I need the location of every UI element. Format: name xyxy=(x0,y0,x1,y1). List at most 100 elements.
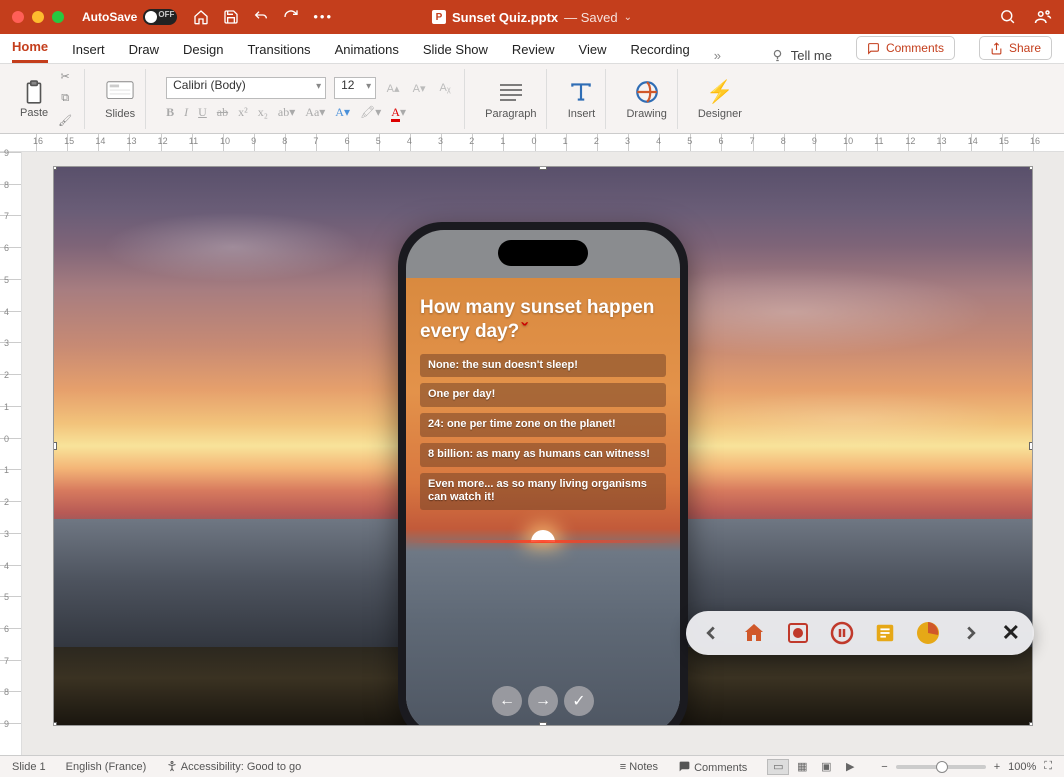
back-icon[interactable] xyxy=(700,622,722,644)
accessibility-status[interactable]: Accessibility: Good to go xyxy=(166,760,301,773)
autosave-toggle[interactable]: AutoSave xyxy=(82,9,177,25)
normal-view-icon[interactable]: ▭ xyxy=(767,759,789,775)
minimize-window[interactable] xyxy=(32,11,44,23)
saved-state: — Saved xyxy=(564,10,617,25)
slide-canvas-wrap[interactable]: How many sunset happen every day?ˇ None:… xyxy=(22,152,1064,755)
strike-icon[interactable]: ab xyxy=(217,105,228,120)
subscript-icon[interactable]: x₂ xyxy=(258,105,268,120)
resize-handle[interactable] xyxy=(1029,166,1033,170)
paste-icon[interactable] xyxy=(20,79,48,107)
case-icon[interactable]: Aa▾ xyxy=(305,105,325,120)
cut-icon[interactable]: ✂ xyxy=(56,68,74,86)
insert-group: Insert xyxy=(557,69,606,129)
designer-icon[interactable]: ⚡ xyxy=(706,78,734,106)
notes-button[interactable]: ≡ Notes xyxy=(620,761,658,773)
font-effects-icon[interactable]: A▾ xyxy=(335,105,350,120)
paragraph-icon[interactable] xyxy=(497,78,525,106)
tab-review[interactable]: Review xyxy=(512,36,555,63)
autosave-pill[interactable] xyxy=(143,9,177,25)
new-slide-icon[interactable] xyxy=(106,78,134,106)
zoom-in-icon[interactable]: + xyxy=(994,761,1000,773)
superscript-icon[interactable]: x² xyxy=(238,105,248,120)
resize-handle[interactable] xyxy=(539,166,547,170)
slides-label: Slides xyxy=(105,108,135,120)
reading-view-icon[interactable]: ▣ xyxy=(815,759,837,775)
paragraph-group: Paragraph xyxy=(475,69,547,129)
tell-me-search[interactable]: Tell me xyxy=(770,48,832,63)
zoom-slider[interactable] xyxy=(896,765,986,769)
coauthor-icon[interactable] xyxy=(1034,8,1052,26)
sorter-view-icon[interactable]: ▦ xyxy=(791,759,813,775)
bold-icon[interactable]: B xyxy=(166,105,174,120)
resize-handle[interactable] xyxy=(53,722,57,726)
share-button[interactable]: Share xyxy=(979,36,1052,60)
more-icon[interactable]: ••• xyxy=(313,9,333,25)
resize-handle[interactable] xyxy=(1029,442,1033,450)
font-size-select[interactable]: 12 xyxy=(334,77,376,99)
designer-label: Designer xyxy=(698,108,742,120)
autosave-label: AutoSave xyxy=(82,10,137,24)
document-title[interactable]: P Sunset Quiz.pptx — Saved ⌄ xyxy=(432,10,632,25)
grow-font-icon[interactable]: A▴ xyxy=(384,79,402,97)
fit-window-icon[interactable]: ⛶ xyxy=(1044,760,1052,773)
ruler-horizontal: 1615141312111098765432101234567891011121… xyxy=(0,134,1064,152)
font-name-select[interactable]: Calibri (Body) xyxy=(166,77,326,99)
drawing-icon[interactable] xyxy=(633,78,661,106)
pause-icon[interactable] xyxy=(830,621,854,645)
zoom-out-icon[interactable]: − xyxy=(881,761,887,773)
text-highlight-icon[interactable]: 🖍▾ xyxy=(360,105,381,120)
slideshow-view-icon[interactable]: ▶ xyxy=(839,759,861,775)
tab-view[interactable]: View xyxy=(579,36,607,63)
tab-overflow-icon[interactable]: » xyxy=(714,48,721,63)
close-icon[interactable]: ✕ xyxy=(1002,620,1020,646)
resize-handle[interactable] xyxy=(1029,722,1033,726)
search-icon[interactable] xyxy=(999,8,1016,26)
tab-slideshow[interactable]: Slide Show xyxy=(423,36,488,63)
close-window[interactable] xyxy=(12,11,24,23)
filename: Sunset Quiz.pptx xyxy=(452,10,558,25)
italic-icon[interactable]: I xyxy=(184,105,188,120)
highlight-icon[interactable]: ab▾ xyxy=(278,105,295,120)
undo-icon[interactable] xyxy=(253,9,269,25)
maximize-window[interactable] xyxy=(52,11,64,23)
save-icon[interactable] xyxy=(223,9,239,25)
tab-draw[interactable]: Draw xyxy=(129,36,159,63)
redo-icon[interactable] xyxy=(283,9,299,25)
home-icon[interactable] xyxy=(742,621,766,645)
comments-pane-button[interactable]: Comments xyxy=(678,760,747,774)
resize-handle[interactable] xyxy=(539,722,547,726)
tab-insert[interactable]: Insert xyxy=(72,36,105,63)
tab-home[interactable]: Home xyxy=(12,33,48,63)
status-bar: Slide 1 English (France) Accessibility: … xyxy=(0,755,1064,777)
tab-recording[interactable]: Recording xyxy=(631,36,690,63)
drawing-label: Drawing xyxy=(626,108,666,120)
tab-transitions[interactable]: Transitions xyxy=(247,36,310,63)
tab-animations[interactable]: Animations xyxy=(335,36,399,63)
tab-design[interactable]: Design xyxy=(183,36,223,63)
forward-icon[interactable] xyxy=(960,622,982,644)
comments-label: Comments xyxy=(886,41,944,55)
recording-toolbar[interactable]: ✕ xyxy=(686,611,1034,655)
insert-text-icon[interactable] xyxy=(567,78,595,106)
format-painter-icon[interactable]: 🖌 xyxy=(56,112,74,130)
zoom-control[interactable]: − + 100% ⛶ xyxy=(881,760,1052,773)
record-icon[interactable] xyxy=(786,621,810,645)
comments-button[interactable]: Comments xyxy=(856,36,955,60)
shrink-font-icon[interactable]: A▾ xyxy=(410,79,428,97)
home-icon[interactable] xyxy=(193,9,209,25)
slide-indicator[interactable]: Slide 1 xyxy=(12,761,46,773)
ribbon-tabs: Home Insert Draw Design Transitions Anim… xyxy=(0,34,1064,64)
resize-handle[interactable] xyxy=(53,166,57,170)
clear-format-icon[interactable]: Aᵪ xyxy=(436,79,454,97)
font-group: Calibri (Body) 12 A▴ A▾ Aᵪ B I U ab x² x… xyxy=(156,69,465,129)
underline-icon[interactable]: U xyxy=(198,105,207,120)
font-color-icon[interactable]: A▾ xyxy=(391,105,406,120)
chevron-down-icon[interactable]: ⌄ xyxy=(624,12,632,23)
present-icon[interactable] xyxy=(916,621,940,645)
resize-handle[interactable] xyxy=(53,442,57,450)
tell-me-label: Tell me xyxy=(791,48,832,63)
zoom-level[interactable]: 100% xyxy=(1008,761,1036,773)
copy-icon[interactable]: ⧉ xyxy=(56,90,74,108)
language-indicator[interactable]: English (France) xyxy=(66,761,147,773)
notes-panel-icon[interactable] xyxy=(874,622,896,644)
